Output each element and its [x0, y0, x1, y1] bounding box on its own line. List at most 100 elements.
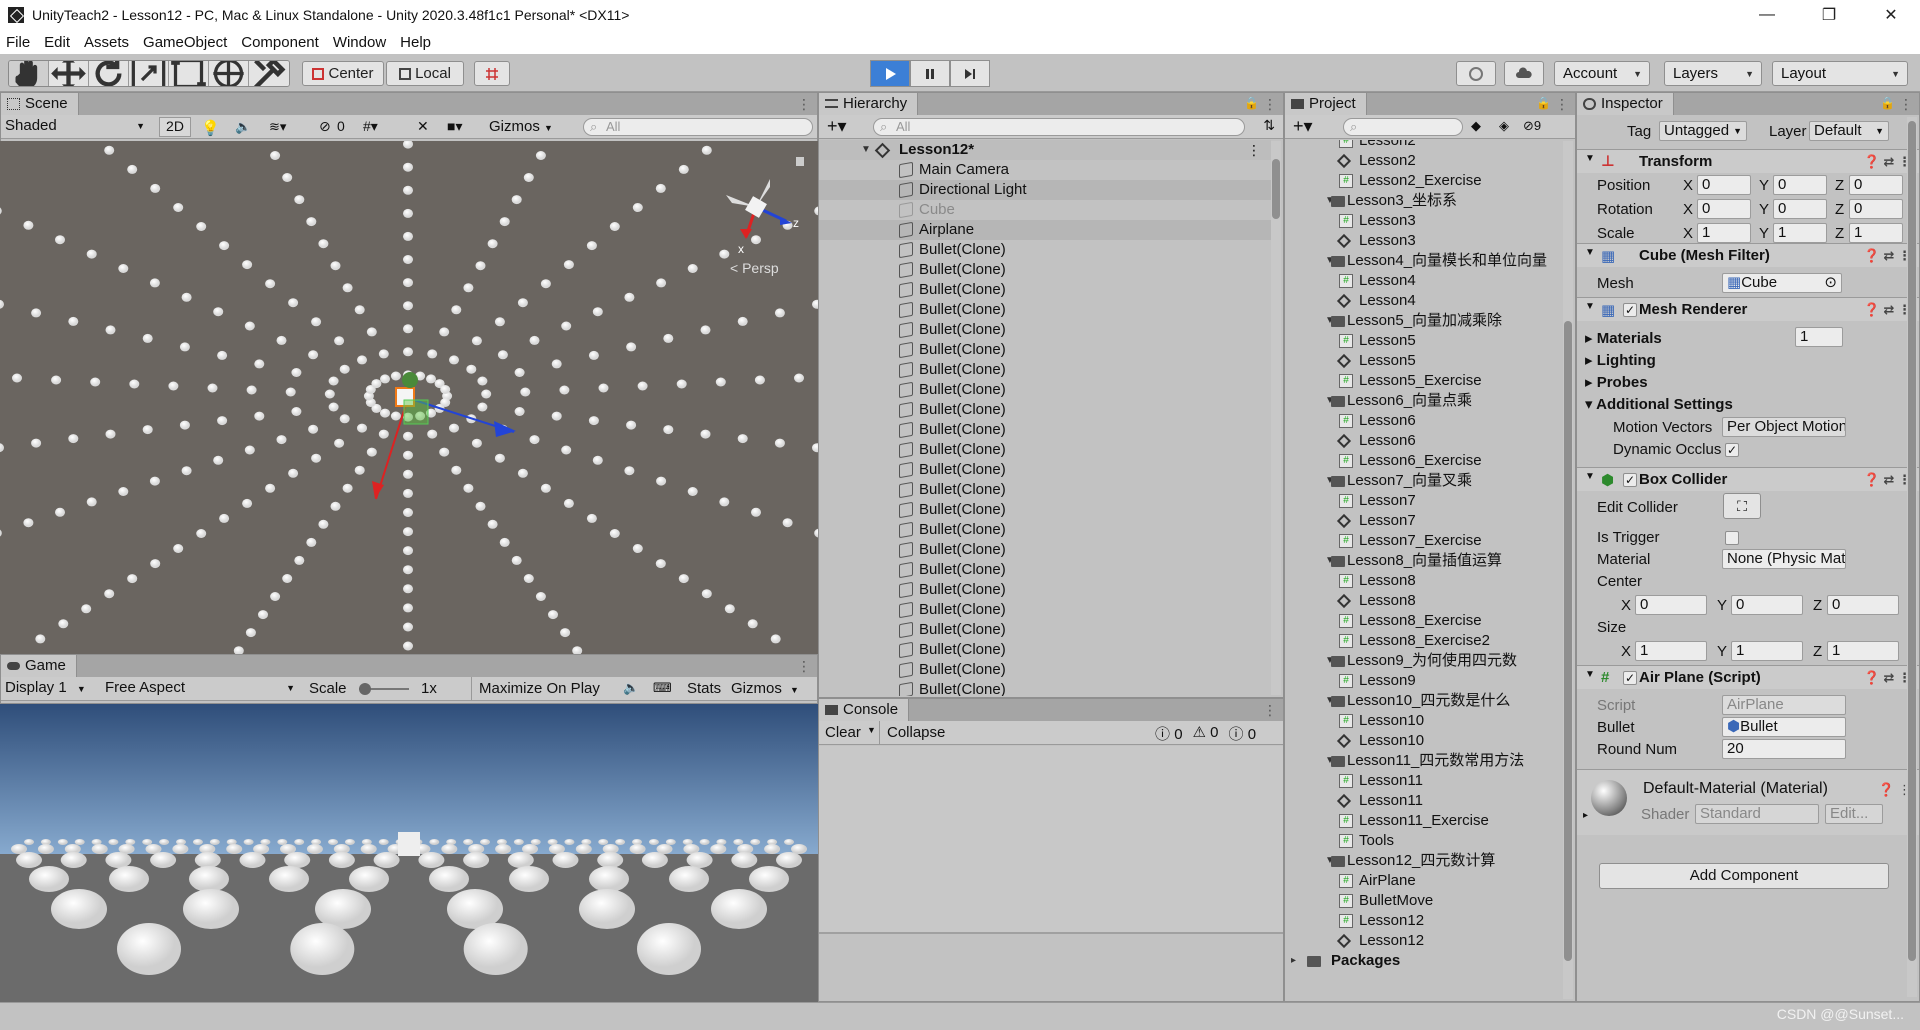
hierarchy-item[interactable]: Airplane	[819, 220, 1271, 240]
materials-count-field[interactable]: 1	[1795, 327, 1843, 347]
project-item[interactable]: ▼ Lesson5_向量加减乘除	[1285, 311, 1563, 331]
fold-arrow-icon[interactable]: ▼	[861, 140, 871, 160]
project-item[interactable]: Lesson6	[1285, 431, 1563, 451]
project-item[interactable]: Lesson11	[1285, 791, 1563, 811]
transform-header[interactable]: ▼ ⊥ Transform ❓ ⇄ ⋮	[1577, 149, 1919, 173]
airplane-script-header[interactable]: ▼ # ✓ Air Plane (Script) ❓ ⇄ ⋮	[1577, 665, 1919, 689]
pause-button-icon[interactable]	[910, 60, 950, 87]
hierarchy-item[interactable]: Bullet(Clone)	[819, 320, 1271, 340]
clear-options-icon[interactable]: ▼	[867, 725, 876, 735]
project-item[interactable]: # Lesson8_Exercise	[1285, 611, 1563, 631]
hierarchy-item[interactable]: Bullet(Clone)	[819, 280, 1271, 300]
component-menu-icons[interactable]: ❓ ⇄ ⋮	[1864, 472, 1911, 488]
menu-help[interactable]: Help	[400, 34, 431, 51]
project-item[interactable]: ▼ Lesson11_四元数常用方法	[1285, 751, 1563, 771]
console-menu-icon[interactable]: ⋮	[1263, 702, 1277, 719]
hierarchy-item[interactable]: Bullet(Clone)	[819, 660, 1271, 680]
project-item[interactable]: ▼ Lesson3_坐标系	[1285, 191, 1563, 211]
lighting-foldout[interactable]: ▸ Lighting	[1585, 351, 1656, 369]
project-item[interactable]: Lesson3	[1285, 231, 1563, 251]
project-item[interactable]: # Lesson2	[1285, 140, 1563, 151]
rotate-tool-icon[interactable]	[89, 61, 129, 86]
hierarchy-scrollbar[interactable]	[1271, 141, 1281, 695]
project-item[interactable]: # Lesson4	[1285, 271, 1563, 291]
project-item[interactable]: ▼ Lesson8_向量插值运算	[1285, 551, 1563, 571]
project-scroll-thumb[interactable]	[1564, 321, 1572, 961]
project-menu-icon[interactable]: ⋮	[1555, 96, 1569, 113]
grid-snap-icon[interactable]	[474, 61, 510, 86]
game-viewport[interactable]	[0, 704, 818, 1002]
project-item[interactable]: # Lesson2_Exercise	[1285, 171, 1563, 191]
center-x-field[interactable]: 0	[1635, 595, 1707, 615]
materials-foldout[interactable]: ▸ Materials	[1585, 329, 1662, 347]
project-item[interactable]: Lesson2	[1285, 151, 1563, 171]
project-item[interactable]: # AirPlane	[1285, 871, 1563, 891]
material-fold-icon[interactable]: ▸	[1583, 810, 1588, 821]
mesh-field[interactable]: ▦Cube ⊙	[1722, 273, 1842, 293]
shader-edit-button[interactable]: Edit...	[1825, 804, 1883, 824]
component-menu-icons[interactable]: ❓ ⇄ ⋮	[1864, 154, 1911, 170]
mesh-renderer-header[interactable]: ▼ ▦ ✓ Mesh Renderer ❓ ⇄ ⋮	[1577, 297, 1919, 321]
scene-menu-icon[interactable]: ⋮	[1247, 140, 1261, 160]
mute-audio-icon[interactable]: 🔈	[623, 680, 639, 696]
layer-dropdown[interactable]: Default ▼	[1809, 121, 1889, 141]
hierarchy-item[interactable]: Bullet(Clone)	[819, 640, 1271, 660]
hierarchy-item[interactable]: Bullet(Clone)	[819, 580, 1271, 600]
project-item[interactable]: # Lesson11_Exercise	[1285, 811, 1563, 831]
project-scrollbar[interactable]	[1563, 141, 1573, 999]
probes-foldout[interactable]: ▸ Probes	[1585, 373, 1648, 391]
project-item[interactable]: # Lesson8_Exercise2	[1285, 631, 1563, 651]
mesh-filter-header[interactable]: ▼ ▦ Cube (Mesh Filter) ❓ ⇄ ⋮	[1577, 243, 1919, 267]
hand-tool-icon[interactable]	[9, 61, 49, 86]
box-collider-header[interactable]: ▼ ⬢ ✓ Box Collider ❓ ⇄ ⋮	[1577, 467, 1919, 491]
tab-console[interactable]: Console	[819, 699, 910, 721]
fold-arrow-icon[interactable]: ▸	[1291, 951, 1296, 971]
hierarchy-search-input[interactable]: ⌕ All	[873, 118, 1245, 136]
game-gizmos-dropdown[interactable]: Gizmos ▼	[731, 680, 799, 697]
hidden-objects-icon[interactable]: ⊘	[319, 118, 331, 135]
hierarchy-item[interactable]: Bullet(Clone)	[819, 400, 1271, 420]
cloud-icon[interactable]	[1504, 61, 1544, 86]
tab-hierarchy[interactable]: Hierarchy	[819, 93, 919, 115]
scene-row[interactable]: ▼ Lesson12* ⋮	[819, 140, 1271, 160]
hierarchy-item[interactable]: Bullet(Clone)	[819, 620, 1271, 640]
mesh-renderer-enabled-checkbox[interactable]: ✓	[1623, 303, 1637, 317]
collab-icon[interactable]	[1456, 61, 1496, 86]
inspector-lock-icon[interactable]: 🔒	[1880, 96, 1895, 110]
project-item[interactable]: ▼ Lesson9_为何使用四元数	[1285, 651, 1563, 671]
game-menu-icon[interactable]: ⋮	[797, 658, 811, 675]
shading-dropdown[interactable]: Shaded ▼	[5, 117, 149, 137]
project-item[interactable]: ▼ Lesson7_向量叉乘	[1285, 471, 1563, 491]
minimize-button[interactable]: —	[1744, 0, 1790, 30]
console-splitter[interactable]	[819, 932, 1283, 934]
hierarchy-item[interactable]: Main Camera	[819, 160, 1271, 180]
tools-toggle-icon[interactable]: ✕	[417, 118, 429, 135]
project-item[interactable]: # Lesson6	[1285, 411, 1563, 431]
sort-icon[interactable]: ⇅	[1263, 117, 1275, 134]
aspect-dropdown[interactable]: Free Aspect ▼	[105, 679, 299, 696]
menu-file[interactable]: File	[6, 34, 30, 51]
hierarchy-item[interactable]: Bullet(Clone)	[819, 340, 1271, 360]
component-menu-icons[interactable]: ❓ ⇄ ⋮	[1864, 670, 1911, 686]
scale-tool-icon[interactable]	[129, 61, 169, 86]
project-item[interactable]: # Lesson6_Exercise	[1285, 451, 1563, 471]
scene-menu-icon[interactable]: ⋮	[797, 96, 811, 113]
project-lock-icon[interactable]: 🔒	[1536, 96, 1551, 110]
size-y-field[interactable]: 1	[1731, 641, 1803, 661]
hierarchy-scroll-thumb[interactable]	[1272, 159, 1280, 219]
fold-arrow-icon[interactable]: ▼	[1585, 153, 1595, 164]
stats-toggle[interactable]: Stats	[687, 680, 721, 697]
play-button-icon[interactable]	[870, 60, 910, 87]
project-item[interactable]: # Lesson7	[1285, 491, 1563, 511]
project-item[interactable]: ▼ Lesson12_四元数计算	[1285, 851, 1563, 871]
transform-position-y-field[interactable]: 0	[1773, 175, 1827, 195]
tab-project[interactable]: Project	[1285, 93, 1367, 115]
effects-toggle-icon[interactable]: ≋▾	[269, 119, 286, 135]
project-search-input[interactable]: ⌕	[1343, 118, 1463, 136]
center-z-field[interactable]: 0	[1827, 595, 1899, 615]
round-num-field[interactable]: 20	[1722, 739, 1846, 759]
hierarchy-item[interactable]: Bullet(Clone)	[819, 500, 1271, 520]
hierarchy-item[interactable]: Bullet(Clone)	[819, 560, 1271, 580]
warning-filter[interactable]: ⚠ 0	[1193, 723, 1219, 743]
scene-search-input[interactable]: ⌕ All	[583, 118, 813, 136]
